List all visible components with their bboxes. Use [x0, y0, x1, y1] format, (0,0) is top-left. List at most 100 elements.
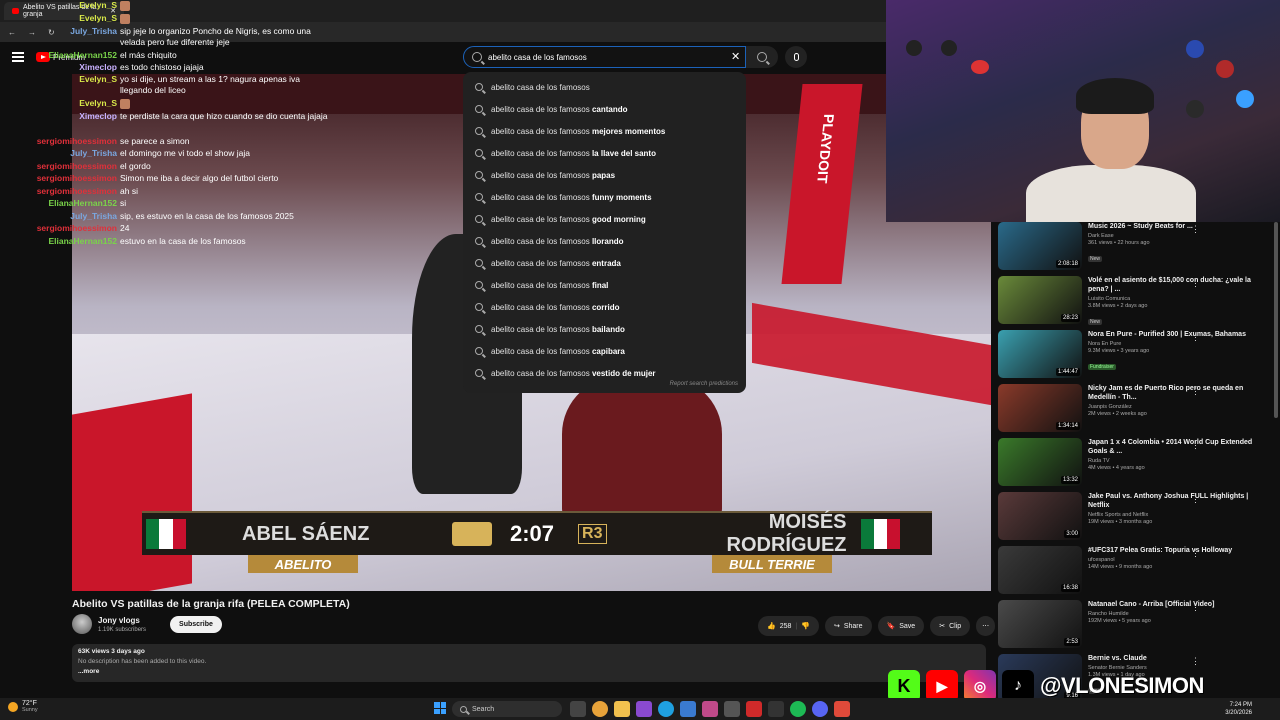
more-options-icon[interactable]: ⋮ [1191, 224, 1200, 235]
app-icon[interactable] [834, 701, 850, 717]
video-thumbnail[interactable]: 2:08:18 [998, 222, 1082, 270]
video-thumbnail[interactable]: 1:34:14 [998, 384, 1082, 432]
video-thumbnail[interactable]: 2:53 [998, 600, 1082, 648]
recommended-video[interactable]: 2:08:18 Music 2026 ~ Study Beats for ... D… [998, 222, 1280, 272]
search-suggestion[interactable]: abelito casa de los famosos llorando [463, 230, 746, 252]
more-options-icon[interactable]: ⋮ [1191, 494, 1200, 505]
chat-username[interactable]: July_Trisha [0, 211, 120, 222]
more-options-icon[interactable]: ⋮ [1191, 440, 1200, 451]
chrome-icon[interactable] [592, 701, 608, 717]
more-options-icon[interactable]: ⋮ [1191, 602, 1200, 613]
search-input[interactable] [488, 52, 728, 62]
system-clock[interactable]: 7:24 PM 3/20/2026 [1225, 701, 1252, 717]
video-title[interactable]: Natanael Cano - Arriba [Official Video] [1088, 600, 1266, 609]
report-predictions-link[interactable]: Report search predictions [670, 381, 738, 387]
chat-username[interactable]: ElianaHernan152 [0, 198, 120, 209]
video-channel[interactable]: Rancho Humilde [1088, 611, 1266, 618]
video-thumbnail[interactable]: 16:38 [998, 546, 1082, 594]
chat-username[interactable]: ElianaHernan152 [0, 236, 120, 247]
video-title[interactable]: Japan 1 x 4 Colombia • 2014 World Cup Ex… [1088, 438, 1266, 456]
more-options-icon[interactable]: ⋮ [1191, 386, 1200, 397]
chat-username[interactable]: Ximeclop [0, 111, 120, 122]
show-more-link[interactable]: ...more [78, 668, 980, 675]
video-thumbnail[interactable]: 28:23 [998, 276, 1082, 324]
recommended-video[interactable]: 1:34:14 Nicky Jam es de Puerto Rico pero … [998, 384, 1280, 434]
more-options-icon[interactable]: ⋮ [1191, 656, 1200, 667]
chat-username[interactable]: sergiomihoessimon [0, 173, 120, 184]
share-button[interactable]: ↪ Share [824, 616, 872, 636]
clear-search-icon[interactable]: ✕ [731, 50, 740, 63]
search-suggestion[interactable]: abelito casa de los famosos cantando [463, 98, 746, 120]
start-button[interactable] [434, 702, 446, 714]
video-channel[interactable]: Ruda TV [1088, 458, 1266, 465]
task-view-icon[interactable] [570, 701, 586, 717]
search-suggestion[interactable]: abelito casa de los famosos [463, 76, 746, 98]
search-suggestion[interactable]: abelito casa de los famosos final [463, 274, 746, 296]
video-title[interactable]: Bernie vs. Claude [1088, 654, 1266, 663]
save-button[interactable]: 🔖 Save [877, 616, 925, 636]
chat-username[interactable]: ElianaHernan152 [0, 50, 120, 61]
video-thumbnail[interactable]: 13:32 [998, 438, 1082, 486]
clip-button[interactable]: ✂ Clip [930, 616, 971, 636]
chat-username[interactable]: July_Trisha [0, 26, 120, 48]
like-icon[interactable]: 👍 [767, 622, 776, 630]
video-channel[interactable]: ufcespanol [1088, 557, 1266, 564]
app-icon[interactable] [702, 701, 718, 717]
video-thumbnail[interactable]: 1:44:47 [998, 330, 1082, 378]
video-title[interactable]: Nicky Jam es de Puerto Rico pero se qued… [1088, 384, 1266, 402]
voice-search-button[interactable] [785, 46, 807, 68]
store-icon[interactable] [680, 701, 696, 717]
recommended-video[interactable]: 2:53 Natanael Cano - Arriba [Official Vid… [998, 600, 1280, 650]
recommended-video[interactable]: 13:32 Japan 1 x 4 Colombia • 2014 World C… [998, 438, 1280, 488]
channel-avatar[interactable] [72, 614, 92, 634]
recommended-video[interactable]: 1:44:47 Nora En Pure - Purified 300 | Exu… [998, 330, 1280, 380]
more-options-icon[interactable]: ⋮ [1191, 278, 1200, 289]
search-suggestion[interactable]: abelito casa de los famosos la llave del… [463, 142, 746, 164]
video-title[interactable]: Volé en el asiento de $15,000 con ducha:… [1088, 276, 1266, 294]
video-title[interactable]: Jake Paul vs. Anthony Joshua FULL Highli… [1088, 492, 1266, 510]
search-suggestion[interactable]: abelito casa de los famosos funny moment… [463, 186, 746, 208]
weather-widget[interactable]: 72°F Sunny [8, 700, 38, 713]
search-suggestion[interactable]: abelito casa de los famosos mejores mome… [463, 120, 746, 142]
search-suggestion[interactable]: abelito casa de los famosos corrido [463, 296, 746, 318]
chat-username[interactable]: Evelyn_S [0, 74, 120, 96]
file-explorer-icon[interactable] [614, 701, 630, 717]
search-suggestion[interactable]: abelito casa de los famosos entrada [463, 252, 746, 274]
video-title[interactable]: Nora En Pure - Purified 300 | Exumas, Ba… [1088, 330, 1266, 339]
channel-name[interactable]: Jony vlogs [98, 616, 146, 625]
chat-username[interactable]: sergiomihoessimon [0, 186, 120, 197]
more-options-icon[interactable]: ⋮ [1191, 332, 1200, 343]
video-title[interactable]: #UFC317 Pelea Gratis: Topuria vs Hollowa… [1088, 546, 1266, 555]
video-thumbnail[interactable]: 3:00 [998, 492, 1082, 540]
dislike-icon[interactable]: 👎 [801, 622, 810, 630]
subscribe-button[interactable]: Subscribe [170, 615, 222, 633]
description-box[interactable]: 63K views 3 days ago No description has … [72, 644, 986, 682]
chat-username[interactable]: July_Trisha [0, 148, 120, 159]
chat-username[interactable]: sergiomihoessimon [0, 136, 120, 147]
taskbar-search[interactable]: Search [452, 701, 562, 717]
video-channel[interactable]: Netflix Sports and Netflix [1088, 512, 1266, 519]
search-button[interactable] [746, 46, 778, 68]
edge-icon[interactable] [658, 701, 674, 717]
discord-icon[interactable] [812, 701, 828, 717]
more-options-icon[interactable]: ⋮ [1191, 548, 1200, 559]
video-channel[interactable]: Nora En Pure [1088, 341, 1266, 348]
recommended-video[interactable]: 3:00 Jake Paul vs. Anthony Joshua FULL Hi… [998, 492, 1280, 542]
app-icon[interactable] [724, 701, 740, 717]
recommended-video[interactable]: 28:23 Volé en el asiento de $15,000 con d… [998, 276, 1280, 326]
video-title[interactable]: Music 2026 ~ Study Beats for ... [1088, 222, 1266, 231]
more-actions-button[interactable]: ⋯ [976, 616, 996, 636]
app-icon[interactable] [768, 701, 784, 717]
app-icon[interactable] [636, 701, 652, 717]
sidebar-scrollbar[interactable] [1274, 222, 1278, 418]
video-channel[interactable]: Luisito Comunica [1088, 296, 1266, 303]
app-icon[interactable] [746, 701, 762, 717]
chat-username[interactable]: sergiomihoessimon [0, 161, 120, 172]
chat-username[interactable]: Ximeclop [0, 62, 120, 73]
search-suggestion[interactable]: abelito casa de los famosos good morning [463, 208, 746, 230]
video-channel[interactable]: Juanpis González [1088, 404, 1266, 411]
like-count[interactable]: 258 [780, 623, 792, 630]
chat-username[interactable]: Evelyn_S [0, 98, 120, 109]
spotify-icon[interactable] [790, 701, 806, 717]
video-channel[interactable]: Dark Ease [1088, 233, 1266, 240]
